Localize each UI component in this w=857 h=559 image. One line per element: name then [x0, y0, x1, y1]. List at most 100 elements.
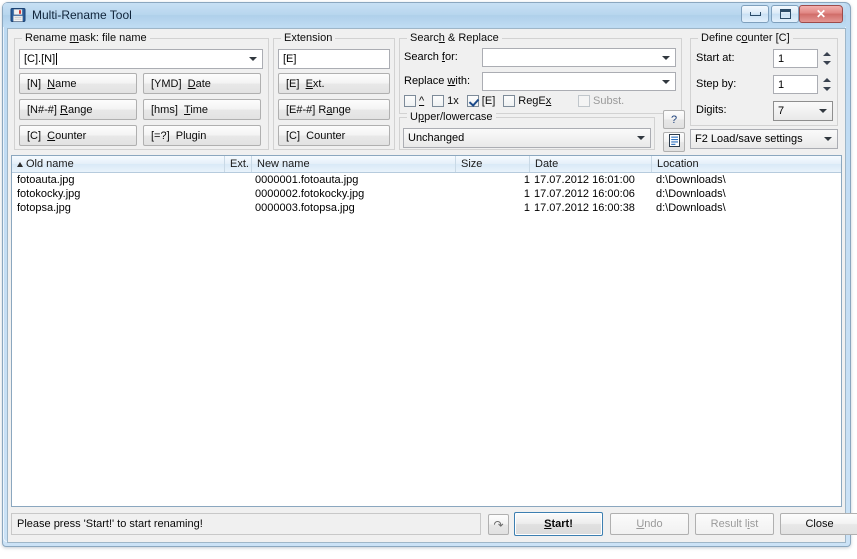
cell-location: d:\Downloads\ — [656, 202, 726, 214]
digits-combo[interactable]: 7 — [773, 101, 833, 121]
load-save-settings-value[interactable]: F2 Load/save settings — [695, 130, 817, 148]
mask-button-time[interactable]: [hms] Time — [143, 99, 261, 120]
cell-ext — [225, 173, 252, 187]
checkbox-1x-label: 1x — [447, 95, 459, 107]
result-list-button-label: Result list — [710, 518, 759, 530]
define-counter-legend: Define counter [C] — [698, 32, 793, 44]
extension-input[interactable]: [E] — [278, 49, 390, 69]
replace-with-label: Replace with: — [404, 75, 471, 87]
mask-button-plugin-label: [=?] Plugin — [151, 129, 207, 142]
close-dialog-button-label: Close — [805, 518, 834, 530]
extension-button-range[interactable]: [E#-#] Range — [278, 99, 390, 120]
column-header-ext[interactable]: Ext. — [225, 156, 252, 172]
status-bar: Please press 'Start!' to start renaming!… — [11, 510, 857, 539]
checkbox-regex-label: RegEx — [518, 95, 552, 107]
digits-value[interactable]: 7 — [778, 102, 812, 120]
start-button-label: Start! — [544, 518, 573, 530]
cell-new-name: 0000003.fotopsa.jpg — [255, 202, 355, 214]
mask-button-date[interactable]: [YMD] Date — [143, 73, 261, 94]
start-at-input[interactable]: 1 — [773, 49, 818, 68]
rename-mask-value[interactable]: [C].[N] — [24, 50, 242, 68]
chevron-down-icon[interactable] — [657, 50, 674, 65]
search-for-label: Search for: — [404, 51, 458, 63]
cell-date: 17.07.2012 16:00:06 — [534, 188, 635, 200]
close-button[interactable]: ✕ — [799, 5, 843, 23]
checkbox-e[interactable] — [466, 95, 479, 107]
client-area: Rename mask: file name [C].[N] [N] Name … — [7, 28, 857, 543]
load-save-settings-combo[interactable]: F2 Load/save settings — [690, 129, 838, 149]
mask-button-name[interactable]: [N] Name — [19, 73, 137, 94]
extension-button-counter[interactable]: [C] Counter — [278, 125, 390, 146]
result-list-icon-button[interactable] — [663, 132, 685, 152]
help-button-label: ? — [670, 113, 678, 126]
file-list[interactable]: Old name Ext. New name Size Date Locatio… — [11, 155, 842, 507]
chevron-down-icon[interactable] — [244, 51, 261, 67]
file-list-header: Old name Ext. New name Size Date Locatio… — [12, 156, 841, 173]
cell-location: d:\Downloads\ — [656, 188, 726, 200]
checkbox-e-label: [E] — [481, 95, 496, 107]
column-header-size[interactable]: Size — [456, 156, 530, 172]
title-bar[interactable]: Multi-Rename Tool ✕ — [3, 3, 846, 27]
column-header-old-name[interactable]: Old name — [12, 156, 225, 172]
mask-button-counter[interactable]: [C] Counter — [19, 125, 137, 146]
mask-button-time-label: [hms] Time — [151, 103, 209, 116]
table-row[interactable]: fotokocky.jpg 0000002.fotokocky.jpg 1 17… — [12, 187, 841, 201]
minimize-button[interactable] — [741, 5, 769, 23]
chevron-down-icon[interactable] — [657, 74, 674, 89]
status-message: Please press 'Start!' to start renaming! — [11, 513, 481, 535]
rename-mask-legend: Rename mask: file name — [22, 32, 150, 44]
result-list-button: Result list — [695, 513, 774, 535]
refresh-button[interactable]: ↷ — [488, 514, 509, 535]
extension-legend: Extension — [281, 32, 336, 44]
cell-ext — [225, 187, 252, 201]
chevron-down-icon[interactable] — [819, 131, 836, 147]
step-by-spinner[interactable] — [820, 75, 833, 94]
rename-mask-combo[interactable]: [C].[N] — [19, 49, 263, 69]
column-header-new-name[interactable]: New name — [252, 156, 456, 172]
sort-ascending-icon — [17, 161, 23, 167]
spinner-down-icon[interactable] — [820, 59, 833, 69]
start-at-spinner[interactable] — [820, 49, 833, 68]
cell-old-name: fotopsa.jpg — [17, 202, 71, 214]
help-button[interactable]: ? — [663, 110, 685, 129]
start-button[interactable]: Start! — [514, 512, 603, 536]
cell-new-name: 0000001.fotoauta.jpg — [255, 174, 359, 186]
mask-button-plugin[interactable]: [=?] Plugin — [143, 125, 261, 146]
replace-with-value[interactable] — [487, 73, 655, 90]
spinner-down-icon[interactable] — [820, 85, 833, 95]
upper-lowercase-combo[interactable]: Unchanged — [403, 128, 651, 148]
digits-label: Digits: — [696, 104, 727, 116]
checkbox-regex[interactable] — [503, 95, 516, 107]
mask-button-range[interactable]: [N#-#] Range — [19, 99, 137, 120]
spinner-up-icon[interactable] — [820, 49, 833, 59]
upper-lowercase-value[interactable]: Unchanged — [408, 129, 630, 147]
cell-date: 17.07.2012 16:01:00 — [534, 174, 635, 186]
mask-button-date-label: [YMD] Date — [151, 77, 211, 90]
column-header-date[interactable]: Date — [530, 156, 652, 172]
checkbox-1x[interactable] — [432, 95, 445, 107]
cell-ext — [225, 201, 252, 215]
maximize-button[interactable] — [771, 5, 799, 23]
mask-button-name-label: [N] Name — [27, 77, 77, 90]
upper-lowercase-legend: Upper/lowercase — [407, 111, 496, 123]
extension-button-ext[interactable]: [E] Ext. — [278, 73, 390, 94]
search-replace-legend: Search & Replace — [407, 32, 502, 44]
checkbox-subst — [578, 95, 590, 107]
step-by-input[interactable]: 1 — [773, 75, 818, 94]
close-icon: ✕ — [815, 7, 827, 21]
cell-old-name: fotokocky.jpg — [17, 188, 81, 200]
start-at-label: Start at: — [696, 52, 735, 64]
search-for-combo[interactable] — [482, 48, 676, 67]
column-header-location[interactable]: Location — [652, 156, 841, 172]
checkbox-caret[interactable] — [404, 95, 416, 107]
mask-button-range-label: [N#-#] Range — [27, 103, 93, 116]
chevron-down-icon[interactable] — [632, 130, 649, 146]
multi-rename-tool-window: Multi-Rename Tool ✕ Rename mask: file na… — [0, 0, 857, 559]
table-row[interactable]: fotopsa.jpg 0000003.fotopsa.jpg 1 17.07.… — [12, 201, 841, 215]
spinner-up-icon[interactable] — [820, 75, 833, 85]
search-for-value[interactable] — [487, 49, 655, 66]
chevron-down-icon[interactable] — [814, 103, 831, 119]
table-row[interactable]: fotoauta.jpg 0000001.fotoauta.jpg 1 17.0… — [12, 173, 841, 187]
replace-with-combo[interactable] — [482, 72, 676, 91]
close-dialog-button[interactable]: Close — [780, 513, 857, 535]
